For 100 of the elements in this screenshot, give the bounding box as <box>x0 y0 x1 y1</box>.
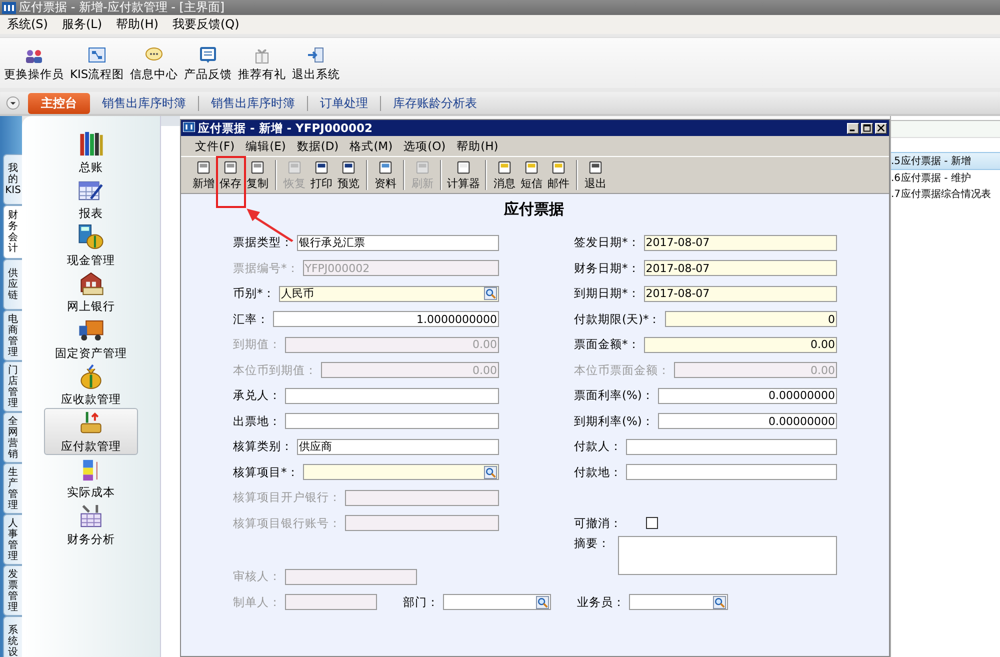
minimize-button[interactable] <box>847 122 859 134</box>
side-tab[interactable]: 门店管理 <box>3 361 22 412</box>
dropdown-button[interactable] <box>6 96 20 110</box>
input-field[interactable]: 2017-08-07 <box>644 234 837 251</box>
toolbar-button[interactable]: 打印 <box>308 158 335 192</box>
menu-item[interactable]: 服务(L) <box>62 16 102 33</box>
toolbar-button[interactable]: KIS流程图 <box>70 45 124 82</box>
toolbar-button[interactable]: 短信 <box>518 158 545 192</box>
toolbar-icon <box>250 160 265 174</box>
side-tab[interactable]: 系统设 <box>3 616 22 657</box>
toolbar-button[interactable]: 产品反馈 <box>184 45 232 82</box>
side-tab[interactable]: 人事管理 <box>3 514 22 565</box>
nav-item[interactable]: 网上银行 <box>44 268 138 315</box>
close-icon <box>877 124 885 132</box>
input-field[interactable] <box>626 438 837 455</box>
input-field[interactable]: 银行承兑汇票 <box>297 234 499 251</box>
input-field[interactable]: 0.00000000 <box>658 388 837 404</box>
module-icon <box>77 130 105 158</box>
toolbar-button[interactable]: 退出 <box>582 158 609 192</box>
toolbar-button[interactable]: 预览 <box>335 158 362 192</box>
tab[interactable]: 订单处理 <box>316 92 372 114</box>
side-tab[interactable]: 全网营销 <box>3 412 22 463</box>
menu-item[interactable]: 帮助(H) <box>456 138 498 154</box>
side-tab[interactable]: 生产管理 <box>3 463 22 514</box>
toolbar-icon <box>415 160 430 174</box>
nav-item[interactable]: 报表 <box>44 176 138 222</box>
toolbar-icon <box>378 160 393 174</box>
side-tab[interactable]: 发票管理 <box>3 565 22 616</box>
menu-item[interactable]: 格式(M) <box>350 138 393 154</box>
menu-item[interactable]: 我要反馈(Q) <box>172 16 240 33</box>
field-label: 票据类型： <box>233 235 293 250</box>
search-icon[interactable] <box>536 596 549 609</box>
input-field[interactable]: 供应商 <box>297 438 499 455</box>
nav-item[interactable]: 财务分析 <box>44 501 138 548</box>
input-field[interactable]: 0.00000000 <box>658 413 837 430</box>
field-label: 票面金额*： <box>574 337 640 352</box>
toolbar-icon <box>306 45 326 65</box>
toolbar-button[interactable]: 推荐有礼 <box>238 45 286 82</box>
side-tab[interactable]: 供应链 <box>3 259 22 310</box>
lookup-field[interactable]: 人民币 <box>278 286 499 302</box>
tab[interactable]: 销售出库序时簿 <box>207 92 299 114</box>
input-field[interactable] <box>626 464 837 480</box>
search-icon[interactable] <box>713 596 726 609</box>
field-label: 到期利率(%)： <box>574 414 654 429</box>
list-item[interactable]: .5应付票据 - 新增 <box>891 152 1000 170</box>
lookup-field[interactable] <box>302 464 499 480</box>
lookup-field[interactable] <box>443 594 551 610</box>
side-tab[interactable]: 电商管理 <box>3 310 22 361</box>
toolbar-icon <box>87 45 108 65</box>
menu-item[interactable]: 文件(F) <box>195 138 235 154</box>
toolbar-button[interactable]: 新增 <box>190 158 217 192</box>
maximize-button[interactable] <box>861 122 873 134</box>
nav-item[interactable]: 固定资产管理 <box>44 315 138 362</box>
nav-item[interactable]: 应付款管理 <box>44 408 138 454</box>
search-icon[interactable] <box>484 287 497 300</box>
tab[interactable]: 主控台 <box>28 92 90 114</box>
input-field[interactable] <box>285 388 499 404</box>
form-title: 应付票据 <box>504 199 564 220</box>
side-tab[interactable]: 我的KIS <box>3 154 22 205</box>
field-label: 业务员： <box>577 594 625 610</box>
toolbar-button[interactable]: 消息 <box>491 158 518 192</box>
menu-item[interactable]: 系统(S) <box>7 16 48 33</box>
nav-item[interactable]: 应收款管理 <box>44 362 138 408</box>
list-item[interactable]: .6应付票据 - 维护 <box>891 170 1000 186</box>
input-field[interactable]: 2017-08-07 <box>644 286 837 302</box>
field-label: 制单人： <box>233 594 281 610</box>
input-field[interactable]: 2017-08-07 <box>644 260 837 276</box>
nav-item[interactable]: 现金管理 <box>44 222 138 268</box>
toolbar-button[interactable]: 资料 <box>372 158 399 192</box>
side-tab[interactable]: 财务会计 <box>3 205 22 259</box>
toolbar-button[interactable]: 邮件 <box>545 158 572 192</box>
app-logo-icon <box>2 2 16 14</box>
menu-item[interactable]: 帮助(H) <box>116 16 158 33</box>
field-label: 币别*： <box>233 286 275 302</box>
toolbar-button[interactable]: 更换操作员 <box>4 45 64 82</box>
toolbar-button[interactable]: 复制 <box>244 158 271 192</box>
module-icon <box>77 223 105 250</box>
toolbar-button[interactable]: 信息中心 <box>130 45 178 82</box>
search-icon[interactable] <box>484 466 497 479</box>
tab[interactable]: 库存账龄分析表 <box>389 92 481 114</box>
checkbox[interactable] <box>646 517 658 530</box>
input-field[interactable] <box>285 413 499 430</box>
close-button[interactable] <box>875 122 887 134</box>
input-field[interactable]: 1.0000000000 <box>273 311 499 328</box>
toolbar-button[interactable]: 退出系统 <box>292 45 340 82</box>
input-field[interactable]: 0 <box>664 311 837 328</box>
menu-item[interactable]: 编辑(E) <box>246 138 286 154</box>
field-label: 部门： <box>403 594 439 610</box>
lookup-field[interactable] <box>629 594 728 610</box>
text-area[interactable] <box>618 536 837 575</box>
toolbar-button[interactable]: 计算器 <box>446 158 481 192</box>
nav-item[interactable]: 实际成本 <box>44 454 138 501</box>
field-label: 到期值： <box>233 337 281 352</box>
menu-item[interactable]: 选项(O) <box>404 138 446 154</box>
menu-item[interactable]: 数据(D) <box>296 138 339 154</box>
field-label: 付款地： <box>574 464 622 480</box>
nav-item[interactable]: 总账 <box>44 129 138 176</box>
list-item[interactable]: .7应付票据综合情况表 <box>891 186 1000 202</box>
tab[interactable]: 销售出库序时簿 <box>98 92 190 114</box>
input-field[interactable]: 0.00 <box>644 336 837 353</box>
